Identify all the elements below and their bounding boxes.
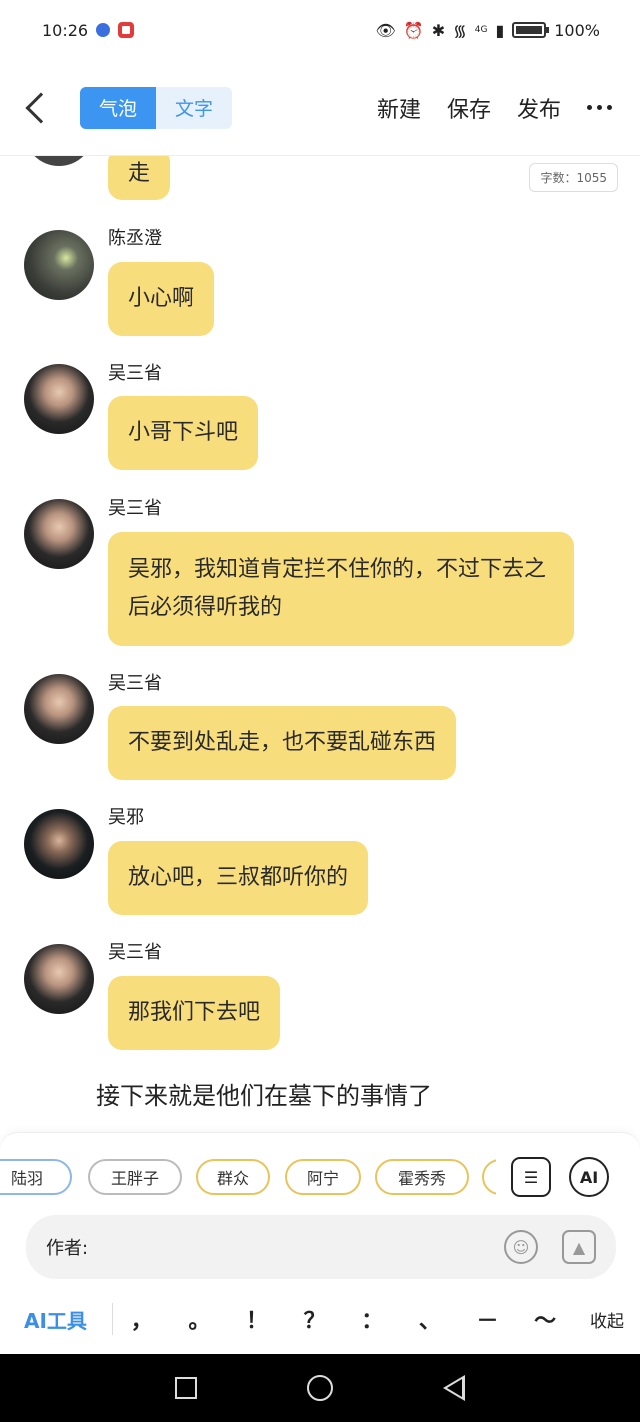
character-chip[interactable]: 霍秀秀	[375, 1159, 469, 1195]
narration-text[interactable]: 接下来就是他们在墓下的事情了	[96, 1076, 432, 1111]
emoji-icon[interactable]: ☺	[504, 1230, 538, 1264]
status-time: 10:26	[42, 20, 89, 40]
avatar	[24, 944, 94, 1014]
chat-bubble[interactable]: 那我们下去吧	[108, 976, 281, 1050]
punct-dash[interactable]: －	[477, 1303, 499, 1335]
recents-icon[interactable]	[175, 1377, 197, 1399]
author-label: 作者:	[46, 1238, 89, 1259]
author-input[interactable]: 作者: ☺ ▲	[26, 1215, 616, 1279]
bluetooth-icon: ✱	[431, 20, 446, 40]
character-chip[interactable]: 王胖子	[88, 1159, 182, 1195]
system-nav-bar	[0, 1354, 640, 1422]
character-chips: 陆羽 王胖子 群众 阿宁 霍秀秀	[0, 1159, 496, 1195]
punct-exclaim[interactable]: ！	[246, 1303, 268, 1335]
save-button[interactable]: 保存	[447, 92, 491, 124]
avatar	[24, 156, 94, 166]
mode-bubble-button[interactable]: 气泡	[80, 86, 156, 129]
speaker-name: 吴邪	[108, 807, 144, 828]
chat-area[interactable]: 走 字数：1055 陈丞澄 小心啊 吴三省 小哥下斗吧 吴三省 吴邪，我知道肯定…	[0, 156, 640, 1132]
chat-bubble[interactable]: 放心吧，三叔都听你的	[108, 841, 369, 915]
image-icon[interactable]: ▲	[562, 1230, 596, 1264]
punct-question[interactable]: ？	[304, 1303, 326, 1335]
app-notification-icon-2	[118, 22, 135, 38]
character-chip[interactable]: 陆羽	[0, 1159, 72, 1195]
chat-bubble[interactable]: 吴邪，我知道肯定拦不住你的，不过下去之后必须得听我的	[108, 532, 574, 646]
eye-icon: 👁	[375, 20, 396, 40]
ai-tools-button[interactable]: AI工具	[0, 1305, 112, 1334]
chat-bubble[interactable]: 走	[108, 156, 171, 200]
speaker-name: 陈丞澄	[108, 228, 162, 249]
mode-toggle: 气泡 文字	[80, 86, 232, 129]
avatar	[24, 364, 94, 434]
alarm-icon: ⏰	[403, 20, 424, 40]
status-bar: 10:26 👁 ⏰ ✱ ᯾ 4G ▮ 100%	[0, 0, 640, 60]
word-count-badge: 字数：1055	[529, 163, 618, 192]
battery-percent: 100%	[554, 20, 600, 40]
avatar	[24, 674, 94, 744]
new-button[interactable]: 新建	[377, 92, 421, 124]
speaker-name: 吴三省	[108, 498, 162, 519]
character-chip[interactable]: 群众	[196, 1159, 270, 1195]
character-chip-partial[interactable]	[482, 1159, 496, 1195]
battery-icon	[512, 22, 550, 38]
signal-icon: ▮	[495, 20, 505, 40]
ai-button[interactable]: AI	[569, 1157, 609, 1197]
punctuation-bar: AI工具 ， 。 ！ ？ ： 、 － ～ 收起	[0, 1291, 640, 1347]
network-label: 4G	[474, 25, 488, 35]
speaker-name: 吴三省	[108, 673, 162, 694]
chat-bubble[interactable]: 小心啊	[108, 262, 215, 336]
avatar	[24, 230, 94, 300]
character-chip[interactable]: 阿宁	[285, 1159, 361, 1195]
speaker-name: 吴三省	[108, 363, 162, 384]
punct-comma[interactable]: ，	[131, 1303, 153, 1335]
wifi-icon: ᯾	[453, 21, 467, 40]
speaker-name: 吴三省	[108, 942, 162, 963]
back-icon[interactable]	[25, 91, 57, 124]
publish-button[interactable]: 发布	[517, 92, 561, 124]
avatar	[24, 499, 94, 569]
punct-dun[interactable]: 、	[419, 1303, 441, 1335]
character-card-icon[interactable]: ☰	[511, 1157, 551, 1197]
collapse-button[interactable]: 收起	[574, 1307, 640, 1332]
chat-bubble[interactable]: 不要到处乱走，也不要乱碰东西	[108, 706, 457, 780]
punct-period[interactable]: 。	[188, 1303, 210, 1335]
back-nav-icon[interactable]	[443, 1375, 465, 1401]
punct-colon[interactable]: ：	[361, 1303, 383, 1335]
home-icon[interactable]	[307, 1375, 333, 1401]
app-notification-icon	[96, 23, 111, 37]
more-icon[interactable]	[587, 105, 612, 110]
chat-bubble[interactable]: 小哥下斗吧	[108, 396, 259, 470]
top-toolbar: 气泡 文字 新建 保存 发布	[0, 60, 640, 156]
editor-panel: 陆羽 王胖子 群众 阿宁 霍秀秀 ☰ AI 作者: ☺ ▲ AI工具 ， 。 ！…	[0, 1132, 640, 1354]
mode-text-button[interactable]: 文字	[156, 87, 232, 129]
avatar	[24, 809, 94, 879]
punct-tilde[interactable]: ～	[534, 1303, 556, 1335]
